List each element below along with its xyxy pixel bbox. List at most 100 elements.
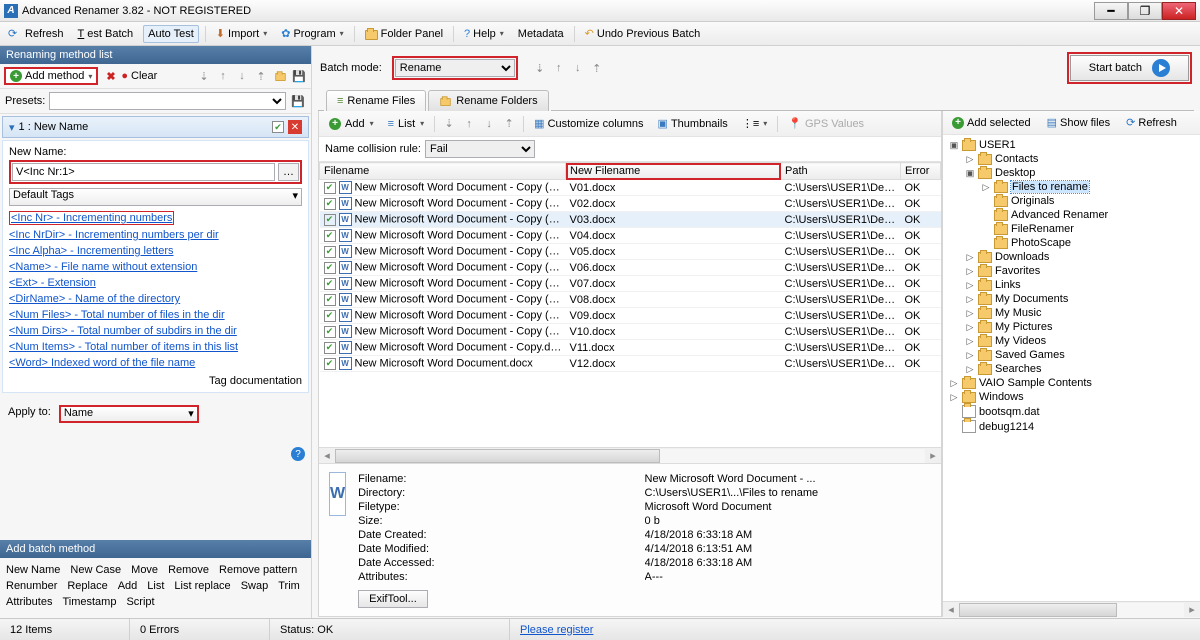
tree-node[interactable]: ▷Files to rename [943,180,1200,194]
program-button[interactable]: ✿Program▾ [277,25,347,42]
tree-node[interactable]: FileRenamer [943,222,1200,236]
tag-link[interactable]: <DirName> - Name of the directory [9,293,180,305]
table-row[interactable]: ✔WNew Microsoft Word Document - Copy (2)… [320,212,941,228]
close-button[interactable]: ✕ [1162,2,1196,20]
tag-doc-link[interactable]: Tag documentation [209,375,302,387]
maximize-button[interactable]: ❐ [1128,2,1162,20]
tree-node[interactable]: ▷Links [943,278,1200,292]
newname-browse[interactable]: … [278,163,299,181]
batch-method-button[interactable]: List replace [174,580,230,592]
table-row[interactable]: ✔WNew Microsoft Word Document - Copy (3)… [320,228,941,244]
tree-node[interactable]: ▷My Music [943,306,1200,320]
collision-combo[interactable]: Fail [425,140,535,158]
sm-btn-5[interactable] [272,68,288,84]
folder-tree[interactable]: ▣USER1▷Contacts▣Desktop▷Files to renameO… [943,135,1200,601]
tree-node[interactable]: ▣Desktop [943,166,1200,180]
method-enabled-check[interactable]: ✔ [272,121,284,133]
register-link[interactable]: Please register [520,624,593,636]
batch-method-button[interactable]: Add [118,580,138,592]
table-row[interactable]: ✔WNew Microsoft Word Document - Copy.doc… [320,340,941,356]
add-selected-button[interactable]: +Add selected [948,115,1035,131]
tree-node[interactable]: bootsqm.dat [943,404,1200,419]
tree-node[interactable]: ▣USER1 [943,138,1200,152]
tag-link[interactable]: <Num Items> - Total number of items in t… [9,341,238,353]
table-row[interactable]: ✔WNew Microsoft Word Document - Copy (4)… [320,244,941,260]
table-row[interactable]: ✔WNew Microsoft Word Document - Copy (6)… [320,276,941,292]
col-error[interactable]: Error [901,163,941,180]
table-row[interactable]: ✔WNew Microsoft Word Document - Copy (10… [320,180,941,196]
tree-refresh-button[interactable]: ⟳Refresh [1122,114,1181,131]
customize-cols-button[interactable]: ▦Customize columns [530,115,647,132]
col-filename[interactable]: Filename [320,163,566,180]
thumbnails-button[interactable]: ▣Thumbnails [654,115,732,132]
table-row[interactable]: ✔WNew Microsoft Word Document - Copy (5)… [320,260,941,276]
list-button[interactable]: ≡List▾ [384,116,429,132]
tree-node[interactable]: ▷Downloads [943,250,1200,264]
bm-b2[interactable]: ↑ [551,60,567,76]
tree-node[interactable]: debug1214 [943,419,1200,434]
exiftool-button[interactable]: ExifTool... [358,590,428,608]
h-scrollbar[interactable]: ◂▸ [319,447,941,463]
table-row[interactable]: ✔WNew Microsoft Word Document.docxV12.do… [320,356,941,372]
batch-method-button[interactable]: Renumber [6,580,57,592]
minimize-button[interactable]: ━ [1094,2,1128,20]
metadata-button[interactable]: Metadata [514,26,568,42]
tree-node[interactable]: ▷Windows [943,390,1200,404]
tab-rename-files[interactable]: ≡Rename Files [326,90,426,111]
clear-button[interactable]: ✖●Clear [102,68,161,84]
tag-link[interactable]: <Name> - File name without extension [9,261,197,273]
batch-method-button[interactable]: Move [131,564,158,576]
bm-b3[interactable]: ↓ [570,60,586,76]
batch-method-button[interactable]: Timestamp [62,596,116,608]
tag-link[interactable]: <Num Dirs> - Total number of subdirs in … [9,325,237,337]
col-b4[interactable]: ⇡ [501,116,517,132]
refresh-button[interactable]: ⟳Refresh [4,25,68,43]
table-row[interactable]: ✔WNew Microsoft Word Document - Copy (11… [320,196,941,212]
batch-method-button[interactable]: New Case [70,564,121,576]
col-b1[interactable]: ⇣ [441,116,457,132]
table-row[interactable]: ✔WNew Microsoft Word Document - Copy (9)… [320,324,941,340]
batch-method-button[interactable]: Script [126,596,154,608]
batch-method-button[interactable]: Remove pattern [219,564,297,576]
batch-method-button[interactable]: List [147,580,164,592]
tag-link[interactable]: <Word> Indexed word of the file name [9,357,195,369]
method-close[interactable]: ✕ [288,120,302,134]
tree-node[interactable]: ▷My Documents [943,292,1200,306]
sm-btn-4[interactable]: ⇡ [253,68,269,84]
batch-method-button[interactable]: Trim [278,580,300,592]
sm-btn-1[interactable]: ⇣ [196,68,212,84]
import-button[interactable]: ⬇Import▾ [212,25,271,42]
batch-method-button[interactable]: New Name [6,564,60,576]
table-row[interactable]: ✔WNew Microsoft Word Document - Copy (7)… [320,292,941,308]
tree-node[interactable]: ▷My Pictures [943,320,1200,334]
opts-button[interactable]: ⋮≡▾ [738,115,771,132]
default-tags-combo[interactable]: Default Tags▾ [9,188,302,206]
col-b3[interactable]: ↓ [481,116,497,132]
tree-node[interactable]: Advanced Renamer [943,208,1200,222]
sm-btn-3[interactable]: ↓ [234,68,250,84]
tree-node[interactable]: Originals [943,194,1200,208]
tree-node[interactable]: ▷Saved Games [943,348,1200,362]
show-files-button[interactable]: ▤Show files [1043,114,1115,131]
col-b2[interactable]: ↑ [461,116,477,132]
newname-input[interactable] [12,163,275,181]
folder-panel-button[interactable]: Folder Panel [361,26,447,42]
bm-b4[interactable]: ⇡ [589,60,605,76]
col-new-filename[interactable]: New Filename [566,163,781,180]
auto-test-button[interactable]: Auto Test [143,25,199,43]
tag-link[interactable]: <Ext> - Extension [9,277,96,289]
tree-h-scroll[interactable]: ◂▸ [943,601,1200,617]
tree-node[interactable]: ▷My Videos [943,334,1200,348]
help-button[interactable]: ?Help▾ [460,26,508,42]
help-icon[interactable]: ? [291,447,305,461]
batchmode-combo[interactable]: Rename [395,59,515,77]
tag-link[interactable]: <Inc Alpha> - Incrementing letters [9,245,173,257]
add-method-button[interactable]: +Add method▾ [4,67,98,85]
undo-button[interactable]: ↶Undo Previous Batch [581,25,705,42]
tree-node[interactable]: ▷Searches [943,362,1200,376]
tree-node[interactable]: ▷Favorites [943,264,1200,278]
applyto-combo[interactable]: Name▾ [59,405,199,423]
tag-link[interactable]: <Inc NrDir> - Incrementing numbers per d… [9,229,219,241]
tab-rename-folders[interactable]: Rename Folders [428,90,548,111]
batch-method-button[interactable]: Attributes [6,596,52,608]
